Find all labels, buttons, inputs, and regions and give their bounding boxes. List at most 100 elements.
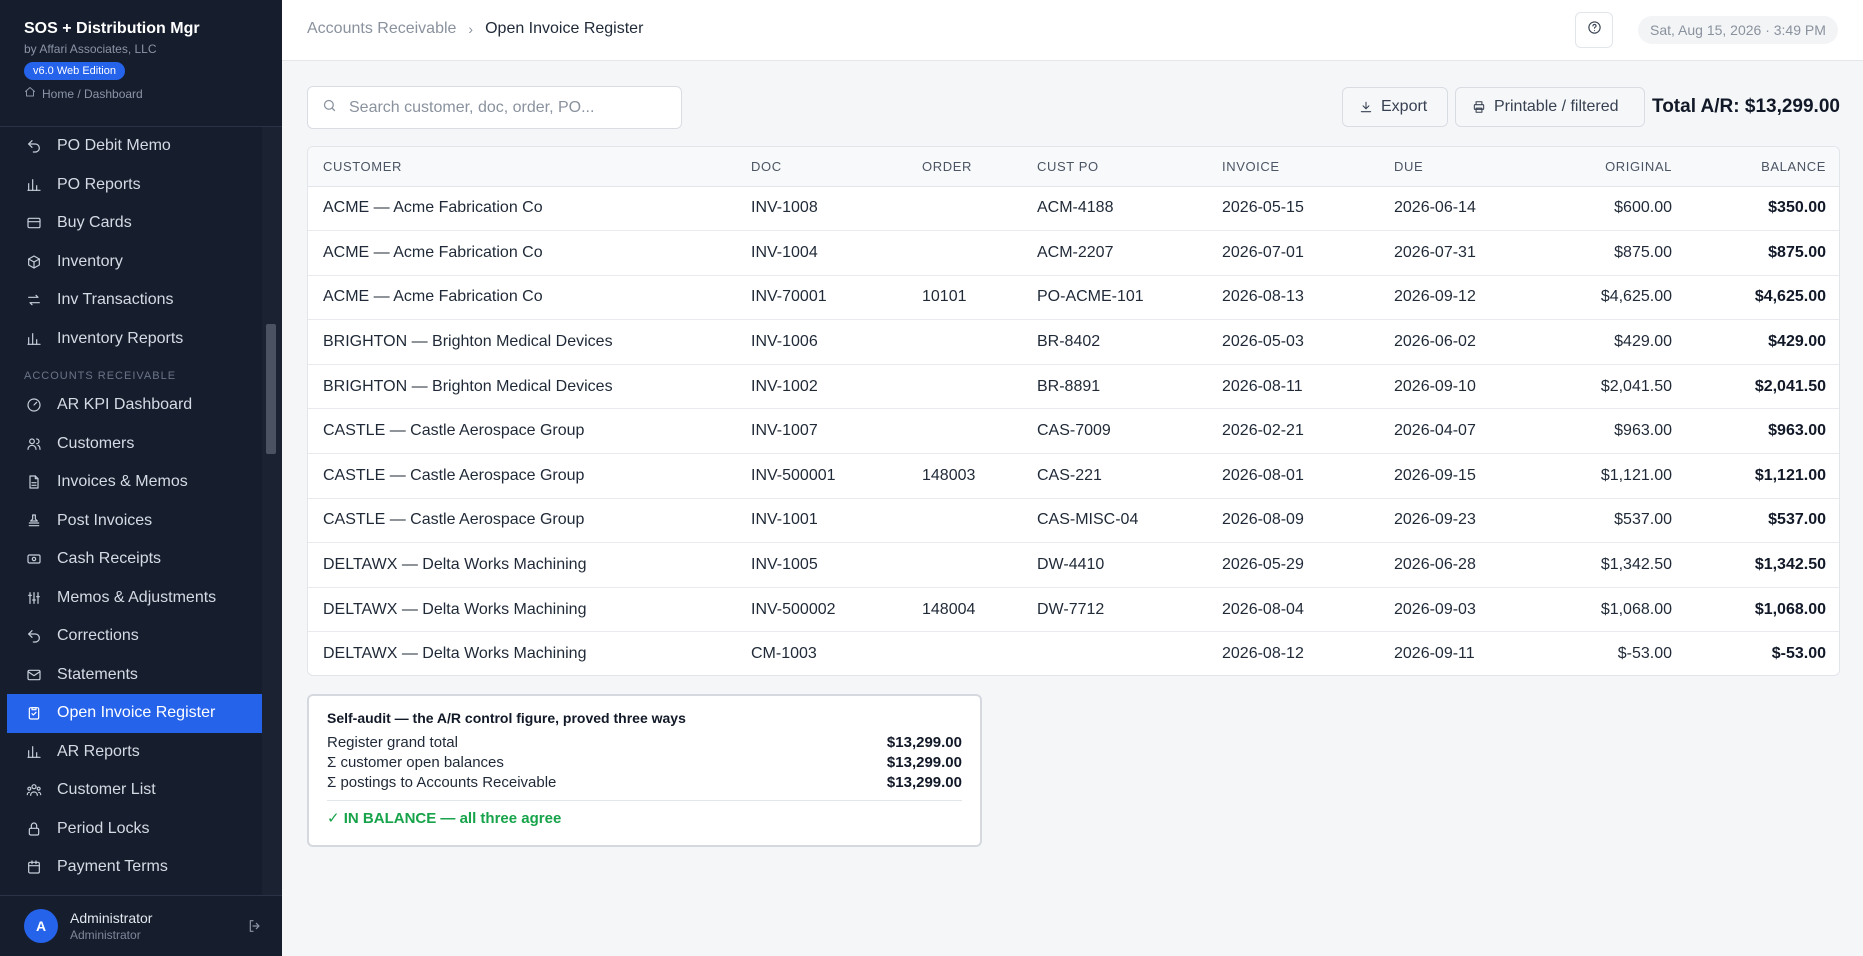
doc-cell: INV-1001 [736, 498, 907, 544]
column-header-customer[interactable]: CUSTOMER [308, 147, 736, 187]
balance-cell: $1,121.00 [1687, 453, 1839, 499]
table-row[interactable]: CASTLE — Castle Aerospace Group INV-1001 C… [308, 498, 1839, 544]
column-header-invoice[interactable]: INVOICE [1207, 147, 1379, 187]
sidebar-item-label: Buy Cards [57, 214, 132, 232]
audit-row-value: $13,299.00 [886, 753, 962, 771]
sidebar-item-buy-cards[interactable]: Buy Cards [0, 204, 262, 243]
column-header-due[interactable]: DUE [1379, 147, 1543, 187]
sidebar-item-po-reports[interactable]: PO Reports [0, 166, 262, 205]
customer-cell: CASTLE — Castle Aerospace Group [308, 453, 736, 499]
sidebar-scrollbar-thumb[interactable] [266, 324, 276, 454]
printable-button[interactable]: Printable / filtered [1455, 87, 1645, 127]
sidebar-item-label: Payment Terms [57, 858, 168, 876]
audit-row-label: Σ customer open balances [327, 753, 504, 771]
chevron-right-icon: › [468, 21, 474, 37]
help-button[interactable] [1575, 12, 1613, 48]
sidebar-item-customer-list[interactable]: Customer List [0, 771, 262, 810]
cust-po-cell: ACM-2207 [1022, 230, 1207, 276]
mail-icon [26, 667, 42, 683]
cust-po-cell: BR-8402 [1022, 319, 1207, 365]
home-link-label: Home / Dashboard [42, 86, 143, 101]
help-icon [1587, 20, 1602, 40]
printable-button-label: Printable / filtered [1494, 98, 1619, 115]
datetime-chip: Sat, Aug 15, 2026 · 3:49 PM [1638, 16, 1838, 44]
column-header-original[interactable]: ORIGINAL [1543, 147, 1687, 187]
sidebar-item-cash-receipts[interactable]: Cash Receipts [0, 540, 262, 579]
user-name: Administrator [70, 910, 153, 926]
doc-cell: INV-1008 [736, 186, 907, 232]
sidebar-item-customers[interactable]: Customers [0, 425, 262, 464]
sidebar-item-ar-reports[interactable]: AR Reports [0, 733, 262, 772]
bar-chart-icon [26, 331, 42, 347]
original-amount-cell: $429.00 [1543, 319, 1687, 365]
home-link[interactable]: Home / Dashboard [24, 86, 282, 101]
audit-row-value: $13,299.00 [886, 773, 962, 791]
table-row[interactable]: DELTAWX — Delta Works Machining INV-1005 D… [308, 542, 1839, 588]
self-audit-card: Self-audit — the A/R control figure, pro… [307, 694, 982, 847]
column-header-order[interactable]: ORDER [907, 147, 1022, 187]
user-panel: A Administrator Administrator [0, 895, 282, 956]
column-header-doc[interactable]: DOC [736, 147, 907, 187]
table-row[interactable]: BRIGHTON — Brighton Medical Devices INV-1… [308, 364, 1839, 410]
edition-badge: v6.0 Web Edition [24, 62, 125, 80]
table-row[interactable]: ACME — Acme Fabrication Co INV-1008 ACM-41… [308, 186, 1839, 232]
due-date-cell: 2026-06-28 [1379, 542, 1543, 588]
original-amount-cell: $1,342.50 [1543, 542, 1687, 588]
users-icon [26, 436, 42, 452]
sidebar-scrollbar[interactable] [262, 127, 282, 895]
sidebar-item-ar-kpi-dashboard[interactable]: AR KPI Dashboard [0, 386, 262, 425]
invoice-date-cell: 2026-08-09 [1207, 498, 1379, 544]
app-title: SOS + Distribution Mgr [24, 20, 200, 37]
column-header-cust-po[interactable]: CUST PO [1022, 147, 1207, 187]
table-row[interactable]: DELTAWX — Delta Works Machining CM-1003 20… [308, 632, 1839, 675]
audit-row-label: Register grand total [327, 733, 458, 751]
logout-icon[interactable] [247, 918, 263, 934]
sidebar-item-inventory[interactable]: Inventory [0, 243, 262, 282]
balance-cell: $875.00 [1687, 230, 1839, 276]
avatar[interactable]: A [24, 909, 58, 943]
table-row[interactable]: BRIGHTON — Brighton Medical Devices INV-1… [308, 319, 1839, 365]
sidebar-item-memos-and-adjustments[interactable]: Memos & Adjustments [0, 579, 262, 618]
cust-po-cell: CAS-7009 [1022, 408, 1207, 455]
order-cell [907, 186, 1022, 232]
cust-po-cell: ACM-4188 [1022, 186, 1207, 232]
export-button[interactable]: Export [1342, 87, 1448, 127]
customer-cell: ACME — Acme Fabrication Co [308, 230, 736, 276]
table-row[interactable]: ACME — Acme Fabrication Co INV-1004 ACM-22… [308, 230, 1839, 276]
search-input[interactable] [349, 98, 669, 117]
sidebar-item-open-invoice-register[interactable]: Open Invoice Register [7, 694, 262, 733]
audit-row-label: Σ postings to Accounts Receivable [327, 773, 557, 791]
customer-cell: CASTLE — Castle Aerospace Group [308, 498, 736, 544]
sidebar-item-po-debit-memo[interactable]: PO Debit Memo [0, 127, 262, 166]
doc-cell: INV-1007 [736, 408, 907, 455]
customer-cell: ACME — Acme Fabrication Co [308, 275, 736, 321]
balance-cell: $963.00 [1687, 408, 1839, 455]
sidebar-item-invoices-and-memos[interactable]: Invoices & Memos [0, 463, 262, 502]
original-amount-cell: $1,068.00 [1543, 587, 1687, 633]
audit-row: Σ customer open balances $13,299.00 [327, 752, 962, 772]
table-row[interactable]: DELTAWX — Delta Works Machining INV-50000… [308, 587, 1839, 633]
order-cell [907, 408, 1022, 455]
breadcrumb-parent[interactable]: Accounts Receivable [307, 20, 456, 38]
table-row[interactable]: CASTLE — Castle Aerospace Group INV-1007 C… [308, 408, 1839, 455]
sidebar-item-inv-transactions[interactable]: Inv Transactions [0, 281, 262, 320]
table-row[interactable]: CASTLE — Castle Aerospace Group INV-50000… [308, 453, 1839, 499]
sidebar-item-inventory-reports[interactable]: Inventory Reports [0, 320, 262, 359]
customer-cell: ACME — Acme Fabrication Co [308, 186, 736, 232]
original-amount-cell: $875.00 [1543, 230, 1687, 276]
due-date-cell: 2026-04-07 [1379, 408, 1543, 455]
sidebar-item-statements[interactable]: Statements [0, 656, 262, 695]
cust-po-cell: PO-ACME-101 [1022, 275, 1207, 321]
sidebar-item-payment-terms[interactable]: Payment Terms [0, 848, 262, 887]
app-subtitle: by Affari Associates, LLC [24, 42, 157, 56]
sidebar-item-post-invoices[interactable]: Post Invoices [0, 502, 262, 541]
customer-cell: CASTLE — Castle Aerospace Group [308, 408, 736, 455]
sidebar-item-period-locks[interactable]: Period Locks [0, 810, 262, 849]
table-row[interactable]: ACME — Acme Fabrication Co INV-70001 10101… [308, 275, 1839, 321]
balance-cell: $429.00 [1687, 319, 1839, 365]
stamp-icon [26, 513, 42, 529]
customer-cell: BRIGHTON — Brighton Medical Devices [308, 364, 736, 410]
sidebar-item-corrections[interactable]: Corrections [0, 617, 262, 656]
search-box[interactable] [307, 86, 682, 129]
column-header-balance[interactable]: BALANCE [1687, 147, 1839, 187]
